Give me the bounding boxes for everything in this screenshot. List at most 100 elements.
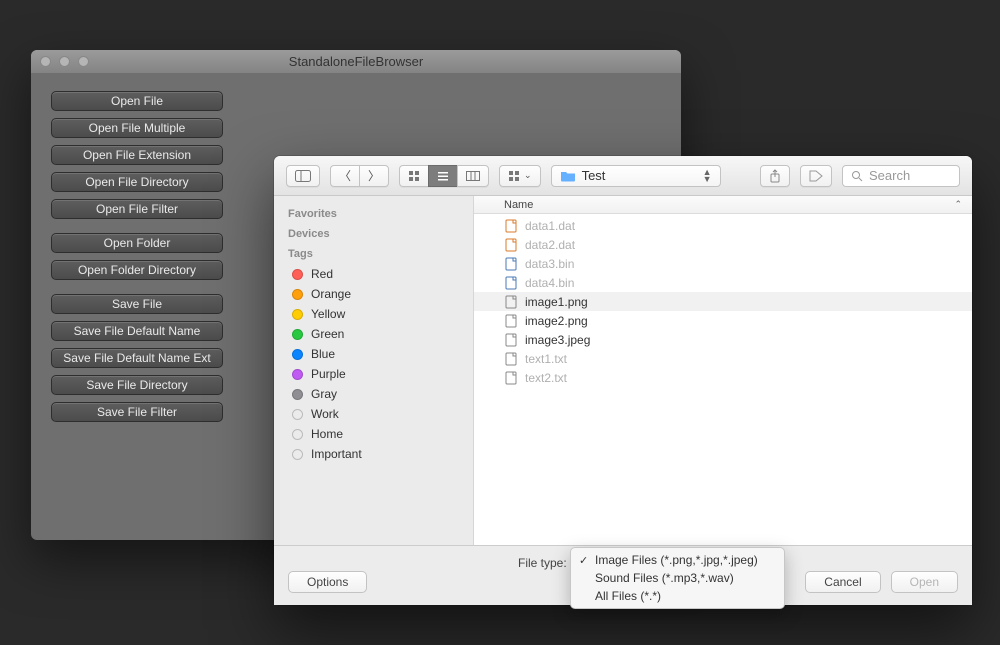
file-row[interactable]: image3.jpeg [474,330,972,349]
unity-button-save-file-default-name-ext[interactable]: Save File Default Name Ext [51,348,223,368]
unity-button-save-file-directory[interactable]: Save File Directory [51,375,223,395]
tags-button[interactable] [800,165,832,187]
folder-icon [560,170,576,182]
tag-red[interactable]: Red [274,264,473,284]
tag-dot-icon [292,309,303,320]
tag-dot-icon [292,369,303,380]
window-title: StandaloneFileBrowser [31,54,681,69]
unity-button-open-file-directory[interactable]: Open File Directory [51,172,223,192]
file-row: data1.dat [474,216,972,235]
filetype-option[interactable]: Image Files (*.png,*.jpg,*.jpeg) [571,551,784,569]
unity-button-save-file-default-name[interactable]: Save File Default Name [51,321,223,341]
tag-dot-icon [292,429,303,440]
tag-green[interactable]: Green [274,324,473,344]
file-row: data2.dat [474,235,972,254]
file-icon [504,333,518,347]
file-icon [504,238,518,252]
file-row: text1.txt [474,349,972,368]
unity-button-open-folder[interactable]: Open Folder [51,233,223,253]
tag-icon [809,170,823,182]
zoom-window-button[interactable] [78,56,89,67]
share-icon [769,169,781,183]
view-icons-button[interactable] [399,165,428,187]
cancel-label: Cancel [824,575,861,589]
file-row[interactable]: image2.png [474,311,972,330]
minimize-window-button[interactable] [59,56,70,67]
tag-label: Purple [311,367,346,381]
open-file-dialog: 〈 〉 ⌄ Test ▲▼ [274,156,972,605]
tag-dot-icon [292,409,303,420]
file-icon [504,219,518,233]
arrange-icon [508,170,520,182]
options-button[interactable]: Options [288,571,367,593]
sidebar-icon [295,170,311,182]
file-name-label: image2.png [525,314,588,328]
sidebar: FavoritesDevicesTagsRedOrangeYellow Green… [274,196,474,545]
file-icon [504,276,518,290]
toggle-sidebar-button[interactable] [286,165,320,187]
folder-picker[interactable]: Test ▲▼ [551,165,721,187]
unity-button-open-folder-directory[interactable]: Open Folder Directory [51,260,223,280]
view-list-button[interactable] [428,165,457,187]
file-name-label: text1.txt [525,352,567,366]
sidebar-section-devices: Devices [274,224,473,244]
column-header[interactable]: Name ⌃ [474,196,972,214]
open-label: Open [910,575,939,589]
filetype-option[interactable]: Sound Files (*.mp3,*.wav) [571,569,784,587]
file-name-label: data4.bin [525,276,574,290]
file-icon [504,371,518,385]
file-name-label: image3.jpeg [525,333,590,347]
tag-important[interactable]: Important [274,444,473,464]
tag-yellow[interactable]: Yellow [274,304,473,324]
close-window-button[interactable] [40,56,51,67]
unity-button-save-file-filter[interactable]: Save File Filter [51,402,223,422]
tag-label: Green [311,327,344,341]
tag-work[interactable]: Work [274,404,473,424]
share-button[interactable] [760,165,790,187]
sidebar-section-favorites: Favorites [274,204,473,224]
chevron-right-icon: 〉 [368,167,380,184]
tag-purple[interactable]: Purple [274,364,473,384]
dialog-bottom-bar: Options File type: Image Files (*.png,*.… [274,545,972,605]
options-label: Options [307,575,348,589]
tag-orange[interactable]: Orange [274,284,473,304]
file-list: data1.dat data2.dat data3.bin data4.bin imag… [474,214,972,545]
columns-icon [466,170,480,182]
tag-label: Gray [311,387,337,401]
forward-button[interactable]: 〉 [359,165,389,187]
file-row: text2.txt [474,368,972,387]
sort-caret-icon: ⌃ [954,199,962,210]
file-row: data3.bin [474,254,972,273]
unity-button-save-file[interactable]: Save File [51,294,223,314]
search-icon [851,170,863,182]
unity-button-open-file-filter[interactable]: Open File Filter [51,199,223,219]
unity-button-open-file[interactable]: Open File [51,91,223,111]
chevron-down-icon: ⌄ [524,170,532,181]
file-row: data4.bin [474,273,972,292]
search-field[interactable]: Search [842,165,960,187]
dialog-toolbar: 〈 〉 ⌄ Test ▲▼ [274,156,972,196]
tag-dot-icon [292,269,303,280]
file-pane: Name ⌃ data1.dat data2.dat data3.bin data4.… [474,196,972,545]
file-row[interactable]: image1.png [474,292,972,311]
tag-gray[interactable]: Gray [274,384,473,404]
filetype-option[interactable]: All Files (*.*) [571,587,784,605]
back-button[interactable]: 〈 [330,165,359,187]
filetype-popup[interactable]: Image Files (*.png,*.jpg,*.jpeg)Sound Fi… [570,547,785,609]
tag-home[interactable]: Home [274,424,473,444]
tag-dot-icon [292,389,303,400]
file-icon [504,352,518,366]
sidebar-section-tags: Tags [274,244,473,264]
nav-buttons: 〈 〉 [330,165,389,187]
filetype-label: File type: [518,556,567,570]
view-columns-button[interactable] [457,165,489,187]
unity-button-open-file-extension[interactable]: Open File Extension [51,145,223,165]
unity-button-open-file-multiple[interactable]: Open File Multiple [51,118,223,138]
folder-name-label: Test [582,168,606,183]
tag-blue[interactable]: Blue [274,344,473,364]
file-name-label: data1.dat [525,219,575,233]
file-name-label: data3.bin [525,257,574,271]
arrange-button[interactable]: ⌄ [499,165,541,187]
open-button[interactable]: Open [891,571,958,593]
cancel-button[interactable]: Cancel [805,571,880,593]
